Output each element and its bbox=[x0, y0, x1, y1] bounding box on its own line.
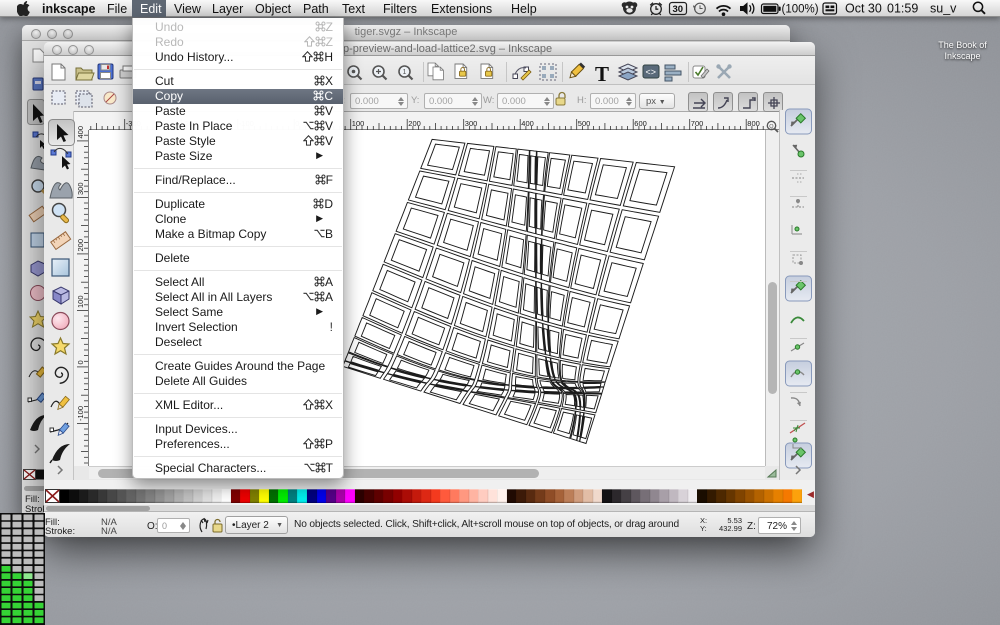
svg-text:300: 300 bbox=[465, 119, 478, 128]
svg-text:30: 30 bbox=[673, 4, 684, 15]
svg-text:800: 800 bbox=[747, 119, 760, 128]
svg-text:300: 300 bbox=[76, 182, 85, 195]
svg-text:<>: <> bbox=[646, 67, 657, 77]
svg-text:100: 100 bbox=[352, 119, 365, 128]
svg-text:0: 0 bbox=[76, 360, 85, 364]
svg-text:400: 400 bbox=[521, 119, 534, 128]
svg-text:01:59: 01:59 bbox=[887, 2, 918, 16]
svg-text:(100%): (100%) bbox=[782, 4, 819, 16]
svg-text:700: 700 bbox=[691, 119, 704, 128]
svg-text:1: 1 bbox=[403, 69, 407, 76]
svg-text:su_v: su_v bbox=[930, 2, 957, 16]
svg-text:T: T bbox=[595, 62, 609, 86]
svg-text:100: 100 bbox=[76, 295, 85, 308]
svg-text:500: 500 bbox=[578, 119, 591, 128]
svg-text:Q: Q bbox=[769, 124, 774, 130]
svg-text:600: 600 bbox=[634, 119, 647, 128]
svg-text:200: 200 bbox=[408, 119, 421, 128]
svg-text:200: 200 bbox=[76, 239, 85, 252]
svg-text:Oct 30: Oct 30 bbox=[845, 2, 882, 16]
svg-text:-100: -100 bbox=[76, 406, 85, 421]
svg-text:400: 400 bbox=[76, 126, 85, 139]
